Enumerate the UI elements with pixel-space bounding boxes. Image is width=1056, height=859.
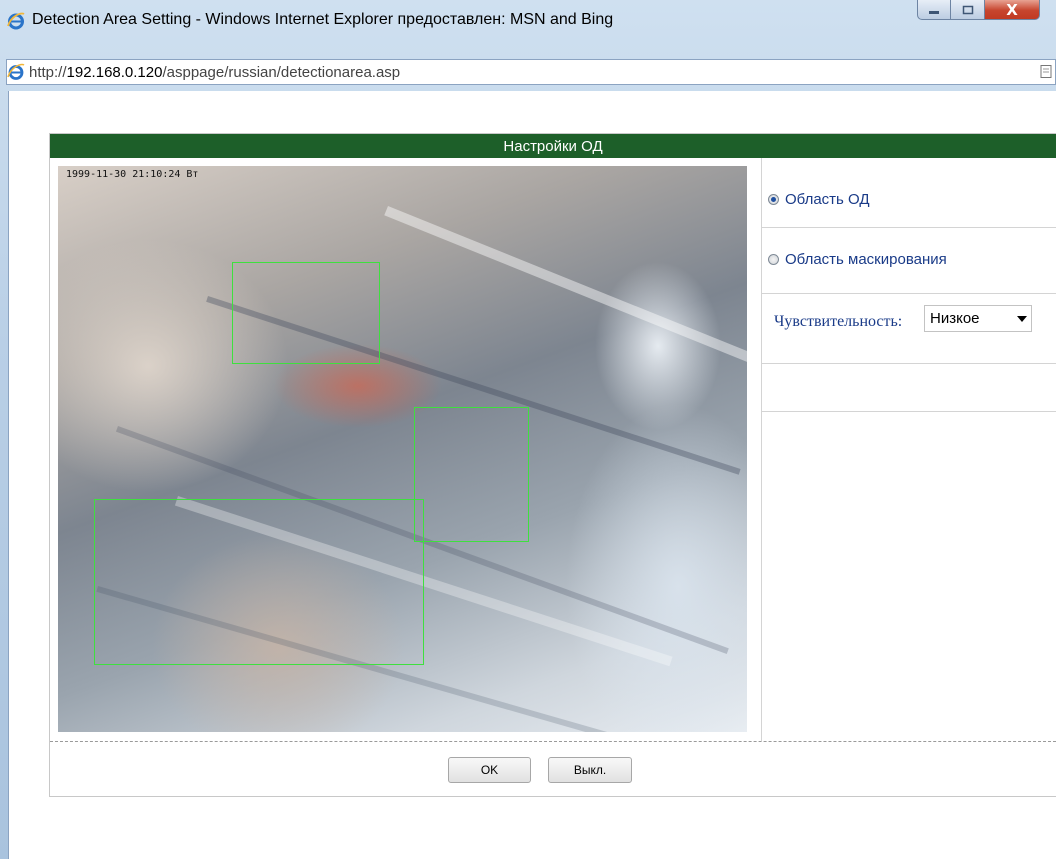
window-title: Detection Area Setting - Windows Interne…: [32, 11, 614, 28]
close-button[interactable]: X: [985, 0, 1040, 20]
settings-sidebar: Область ОД Область маскирования Чувствит…: [761, 158, 1056, 741]
video-texture: [384, 206, 747, 366]
off-button[interactable]: Выкл.: [548, 757, 632, 783]
sensitivity-value: Низкое: [930, 310, 980, 327]
address-bar[interactable]: http://192.168.0.120/asppage/russian/det…: [6, 59, 1056, 85]
radio-detection-area[interactable]: Область ОД: [768, 191, 870, 208]
url-path: /asppage/russian/detectionarea.asp: [162, 64, 401, 81]
radio-mask-area[interactable]: Область маскирования: [768, 251, 947, 268]
option-row-detection: Область ОД: [762, 158, 1056, 228]
ie-logo-icon: [7, 12, 25, 30]
page-icon: [1040, 65, 1052, 78]
url-host: 192.168.0.120: [66, 64, 163, 81]
title-bar: Detection Area Setting - Windows Interne…: [0, 0, 1056, 42]
close-icon: X: [1006, 0, 1018, 19]
sensitivity-label: Чувствительность:: [774, 313, 903, 330]
radio-label: Область ОД: [785, 191, 870, 208]
maximize-icon: [962, 5, 973, 14]
camera-preview[interactable]: 1999-11-30 21:10:24 Вт: [58, 166, 747, 732]
detection-box[interactable]: [94, 499, 424, 665]
ie-page-icon: [7, 63, 25, 80]
video-timestamp: 1999-11-30 21:10:24 Вт: [66, 169, 199, 180]
url-prefix: http://: [29, 64, 67, 81]
radio-label: Область маскирования: [785, 251, 947, 268]
minimize-button[interactable]: [917, 0, 951, 20]
address-url: http://192.168.0.120/asppage/russian/det…: [29, 64, 400, 81]
detection-box[interactable]: [414, 407, 529, 542]
radio-unselected-icon: [768, 254, 779, 265]
empty-row: [762, 364, 1056, 412]
divider: [50, 741, 1056, 742]
maximize-button[interactable]: [951, 0, 985, 20]
radio-selected-icon: [768, 194, 779, 205]
panel-header: Настройки ОД: [50, 134, 1056, 158]
option-row-mask: Область маскирования: [762, 228, 1056, 294]
ok-button[interactable]: OK: [448, 757, 531, 783]
sensitivity-select[interactable]: Низкое: [924, 305, 1032, 332]
window-controls: X: [917, 0, 1040, 22]
detection-box[interactable]: [232, 262, 380, 364]
dropdown-arrow-icon: [1017, 316, 1027, 322]
minimize-icon: [929, 10, 939, 14]
